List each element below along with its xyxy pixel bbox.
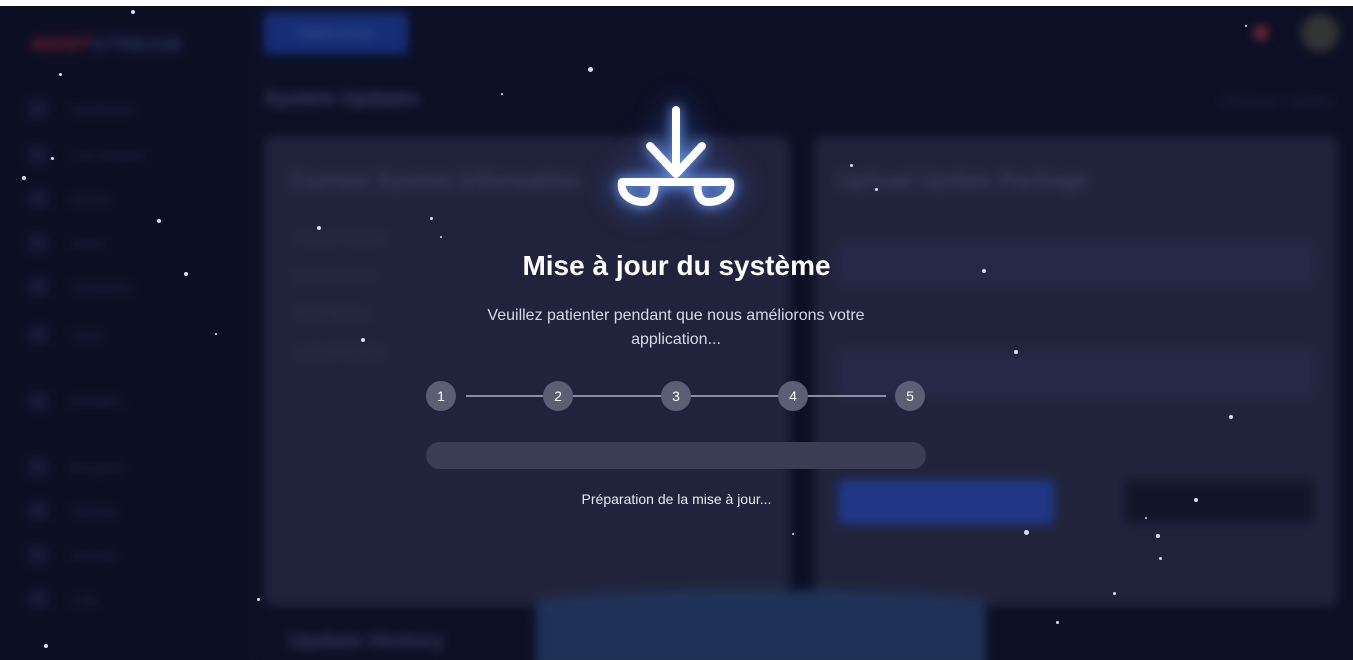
update-modal: Mise à jour du système Veuillez patiente… bbox=[0, 6, 1353, 660]
step-4: 4 bbox=[778, 381, 808, 411]
modal-title: Mise à jour du système bbox=[522, 250, 831, 281]
step-2: 2 bbox=[543, 381, 573, 411]
modal-subtitle: Veuillez patienter pendant que nous amél… bbox=[487, 307, 865, 348]
update-screen: HOSTSTREAM Dashboard Live Streams Movies… bbox=[0, 6, 1353, 660]
download-arrow-icon bbox=[617, 106, 735, 206]
progress-bar bbox=[426, 442, 926, 469]
step-1: 1 bbox=[426, 381, 456, 411]
status-text: Préparation de la mise à jour... bbox=[581, 491, 772, 507]
step-3: 3 bbox=[661, 381, 691, 411]
step-5: 5 bbox=[895, 381, 925, 411]
